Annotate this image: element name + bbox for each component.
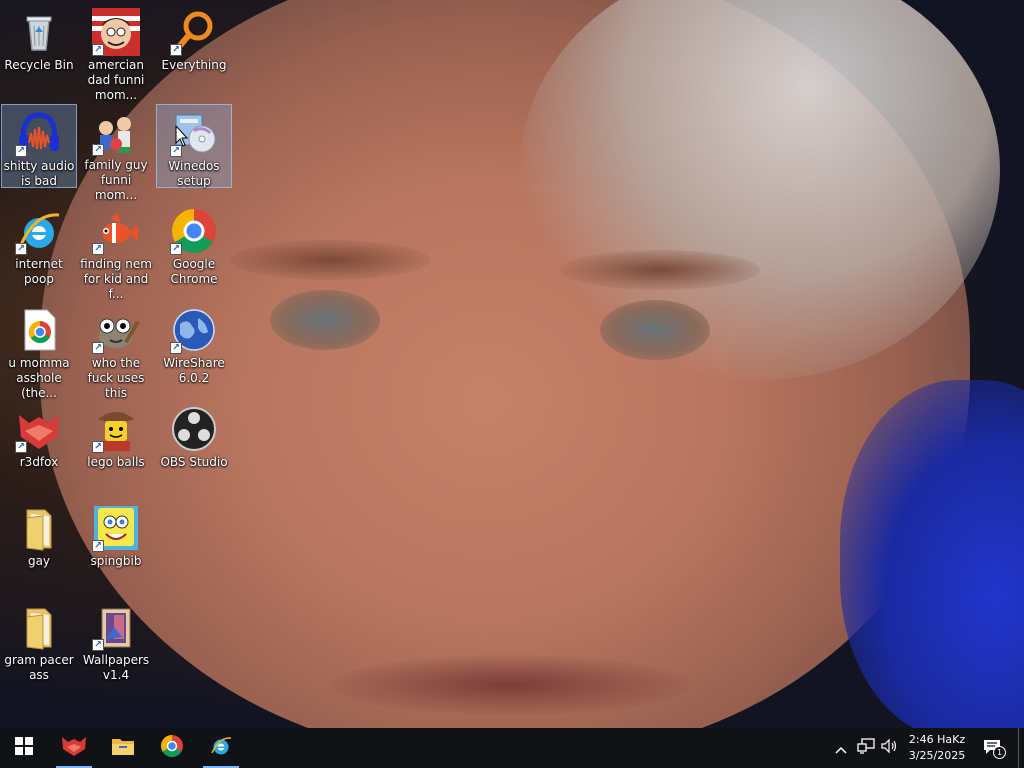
network-tray-button[interactable] [855, 728, 877, 768]
desktop-icon-folder-gay[interactable]: gay [1, 500, 77, 584]
everything-search-icon: ↗ [170, 8, 218, 56]
icon-label: r3dfox [19, 455, 59, 469]
folder-icon [15, 603, 63, 651]
chevron-up-icon [835, 739, 847, 758]
desktop-icon-gimp[interactable]: ↗ who the fuck uses this [78, 302, 154, 400]
desktop-icon-folder-gram-pacer[interactable]: gram pacer ass [1, 599, 77, 683]
desktop-icon-r3dfox[interactable]: ↗ r3dfox [1, 401, 77, 485]
internet-explorer-icon: ↗ [15, 207, 63, 255]
mouse-cursor [175, 124, 189, 151]
american-dad-icon: ↗ [92, 8, 140, 56]
clock-button[interactable]: 2:46 HaKz 3/25/2025 [902, 732, 972, 764]
icon-label: Everything [161, 58, 227, 72]
icon-label: spingbib [90, 554, 142, 568]
icon-label: Wallpapers v1.4 [82, 653, 150, 682]
icon-label: amercian dad funni mom... [87, 58, 145, 102]
icon-label: lego balls [87, 455, 145, 469]
r3dfox-icon [61, 735, 87, 761]
clock-time: 2:46 HaKz [908, 733, 966, 746]
chrome-document-icon [15, 306, 63, 354]
clock-date: 3/25/2025 [908, 749, 966, 762]
desktop-icon-google-chrome[interactable]: ↗ Google Chrome [156, 203, 232, 287]
show-desktop-button[interactable] [1018, 728, 1024, 768]
icon-label: family guy funni mom... [84, 158, 148, 202]
desktop-icon-family-guy[interactable]: ↗ family guy funni mom... [78, 104, 154, 202]
desktop-icon-lego[interactable]: ↗ lego balls [78, 401, 154, 485]
desktop-icon-recycle-bin[interactable]: Recycle Bin [1, 4, 77, 88]
taskbar-r3dfox[interactable] [50, 728, 98, 768]
start-button[interactable] [0, 728, 48, 768]
icon-label: Google Chrome [170, 257, 218, 286]
desktop-icon-everything[interactable]: ↗ Everything [156, 4, 232, 88]
icon-label: u momma asshole (the... [8, 356, 70, 400]
notification-count-badge: 1 [993, 746, 1006, 759]
recycle-bin-icon [15, 8, 63, 56]
taskbar: 2:46 HaKz 3/25/2025 1 [0, 728, 1024, 768]
spongebob-icon: ↗ [92, 504, 140, 552]
audacity-icon: ↗ [15, 109, 63, 157]
desktop-icon-obs-studio[interactable]: OBS Studio [156, 401, 232, 485]
file-explorer-icon [111, 736, 135, 760]
icon-label: Winedos setup [168, 159, 220, 188]
taskbar-file-explorer[interactable] [99, 728, 147, 768]
network-icon [857, 738, 875, 758]
show-hidden-icons-button[interactable] [832, 728, 850, 768]
folder-icon [15, 504, 63, 552]
icon-label: who the fuck uses this [87, 356, 145, 400]
action-center-button[interactable]: 1 [980, 728, 1006, 768]
icon-label: finding nem for kid and f... [80, 257, 152, 301]
desktop-icon-spongebob[interactable]: ↗ spingbib [78, 500, 154, 584]
desktop-icon-wallpapers[interactable]: ↗ Wallpapers v1.4 [78, 599, 154, 683]
family-guy-icon: ↗ [92, 108, 140, 156]
icon-label: WireShare 6.0.2 [163, 356, 225, 385]
internet-explorer-icon [208, 734, 234, 762]
speaker-icon [881, 738, 899, 758]
windows-start-icon [15, 737, 33, 759]
desktop-icon-winedos-setup[interactable]: ↗ Winedos setup [156, 104, 232, 188]
nemo-fish-icon: ↗ [92, 207, 140, 255]
desktop: Recycle Bin ↗ shitty audio is bad ↗ inte… [0, 0, 1024, 728]
desktop-icon-american-dad[interactable]: ↗ amercian dad funni mom... [78, 4, 154, 102]
gimp-icon: ↗ [92, 306, 140, 354]
obs-icon [170, 405, 218, 453]
desktop-icon-chrome-document[interactable]: u momma asshole (the... [1, 302, 77, 400]
icon-label: internet poop [15, 257, 63, 286]
desktop-icon-finding-nemo[interactable]: ↗ finding nem for kid and f... [78, 203, 154, 301]
chrome-icon: ↗ [170, 207, 218, 255]
r3dfox-icon: ↗ [15, 405, 63, 453]
wireshare-globe-icon: ↗ [170, 306, 218, 354]
icon-label: shitty audio is bad [3, 159, 75, 188]
taskbar-chrome[interactable] [148, 728, 196, 768]
desktop-icon-internet-explorer[interactable]: ↗ internet poop [1, 203, 77, 287]
chrome-icon [160, 734, 184, 762]
icon-label: Recycle Bin [4, 58, 74, 72]
icon-label: gram pacer ass [4, 653, 74, 682]
desktop-icon-wireshare[interactable]: ↗ WireShare 6.0.2 [156, 302, 232, 386]
icon-label: OBS Studio [160, 455, 228, 469]
wallpapers-icon: ↗ [92, 603, 140, 651]
volume-tray-button[interactable] [879, 728, 901, 768]
lego-figure-icon: ↗ [92, 405, 140, 453]
taskbar-internet-explorer[interactable] [197, 728, 245, 768]
desktop-icon-audacity[interactable]: ↗ shitty audio is bad [1, 104, 77, 188]
notification-icon: 1 [983, 739, 1006, 759]
icon-label: gay [27, 554, 51, 568]
